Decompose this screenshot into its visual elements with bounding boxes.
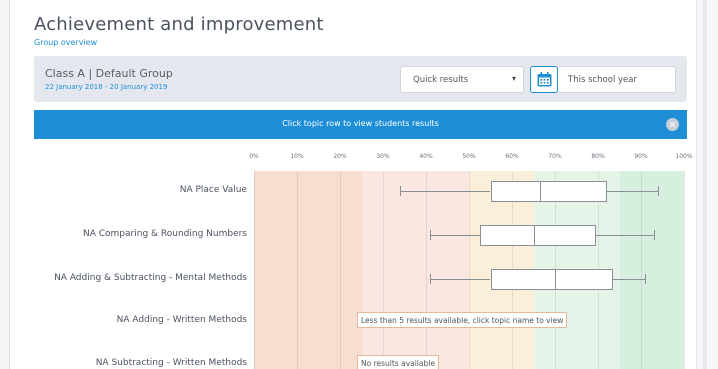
gridline: [641, 171, 642, 369]
whisker-min-cap: [430, 230, 432, 240]
score-band-zone: [361, 171, 469, 369]
class-date-range: 22 January 2018 - 20 January 2019: [45, 83, 168, 91]
instruction-banner: Click topic row to view students results: [34, 110, 687, 139]
topic-row-label[interactable]: NA Adding & Subtracting - Mental Methods: [54, 273, 247, 283]
topic-row-label[interactable]: NA Comparing & Rounding Numbers: [83, 229, 247, 239]
quick-results-value: Quick results: [413, 75, 469, 85]
school-year-value: This school year: [568, 75, 637, 85]
left-frame-edge: [0, 0, 10, 369]
x-tick-label: 80%: [591, 153, 605, 160]
x-tick-label: 10%: [290, 153, 304, 160]
chevron-down-icon: ▾: [511, 74, 516, 83]
whisker-low: [430, 279, 491, 280]
whisker-low: [400, 191, 491, 192]
results-note: Less than 5 results available, click top…: [357, 312, 568, 328]
calendar-button[interactable]: [530, 66, 558, 93]
topic-row-label[interactable]: NA Adding - Written Methods: [117, 315, 247, 325]
class-name: Class A | Default Group: [45, 67, 173, 80]
whisker-max-cap: [658, 186, 660, 196]
gridline: [426, 171, 427, 369]
median-line: [533, 225, 535, 246]
whisker-max-cap: [653, 230, 655, 240]
score-band-zone: [254, 171, 362, 369]
whisker-high: [606, 191, 659, 192]
iqr-box: [490, 181, 607, 202]
whisker-low: [430, 235, 480, 236]
gridline: [340, 171, 341, 369]
gridline: [383, 171, 384, 369]
quick-results-select[interactable]: Quick results ▾: [400, 66, 524, 93]
whisker-high: [595, 235, 654, 236]
calendar-icon: [537, 72, 552, 87]
x-tick-label: 70%: [548, 153, 562, 160]
whisker-min-cap: [400, 186, 402, 196]
topic-row-label[interactable]: NA Place Value: [180, 185, 247, 195]
scrollbar-track[interactable]: [703, 0, 707, 369]
iqr-box: [490, 269, 614, 290]
x-tick-label: 90%: [634, 153, 648, 160]
whisker-min-cap: [430, 274, 432, 284]
banner-text: Click topic row to view students results: [282, 119, 439, 128]
whisker-max-cap: [645, 274, 647, 284]
gridline: [469, 171, 470, 369]
topic-row-label[interactable]: NA Subtracting - Written Methods: [96, 358, 247, 368]
whisker-high: [613, 279, 646, 280]
x-tick-label: 0%: [249, 153, 259, 160]
x-tick-label: 60%: [505, 153, 519, 160]
gridline: [297, 171, 298, 369]
close-icon[interactable]: [666, 118, 679, 131]
iqr-box: [479, 225, 596, 246]
chart-background-zones: [254, 171, 685, 369]
x-tick-label: 40%: [419, 153, 433, 160]
vertical-scrollbar[interactable]: [696, 0, 718, 369]
x-tick-label: 50%: [462, 153, 476, 160]
results-note: No results available: [357, 355, 439, 369]
median-line: [555, 269, 556, 290]
class-selector-panel: Class A | Default Group 22 January 2018 …: [34, 56, 687, 102]
gridline: [684, 171, 685, 369]
school-year-field[interactable]: This school year: [558, 66, 676, 93]
gridline: [254, 171, 255, 369]
median-line: [539, 181, 541, 202]
x-tick-label: 30%: [376, 153, 390, 160]
score-band-zone: [619, 171, 684, 369]
x-tick-label: 100%: [675, 153, 693, 160]
group-overview-link[interactable]: Group overview: [34, 38, 97, 47]
x-tick-label: 20%: [333, 153, 347, 160]
page-title: Achievement and improvement: [34, 14, 324, 35]
